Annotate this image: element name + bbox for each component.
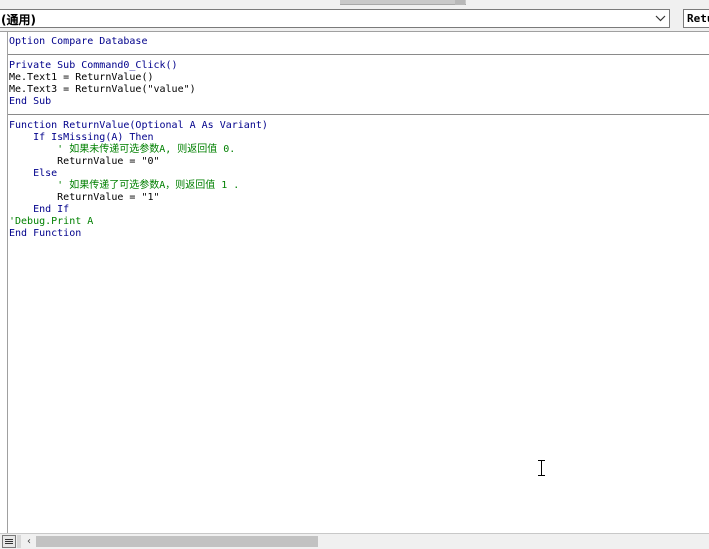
code-line: If IsMissing(A) Then (9, 132, 154, 143)
procedure-combo[interactable]: ReturnValue (683, 9, 709, 28)
code-line: ReturnValue = "0" (9, 156, 160, 167)
procedure-combo-value: ReturnValue (687, 12, 709, 25)
code-line: End Function (9, 228, 82, 239)
chevron-down-icon[interactable] (651, 10, 669, 27)
comment-line: ' 如果传递了可选参数A，则返回值 1 . (9, 180, 240, 191)
top-scrollbar-thumb[interactable] (340, 0, 466, 5)
text-cursor-icon (538, 460, 546, 476)
object-combo[interactable]: (通用) (0, 9, 670, 28)
margin-indicator-bar[interactable] (0, 32, 8, 533)
top-scrollbar-arrow[interactable] (455, 0, 465, 5)
full-module-view-button[interactable] (17, 535, 21, 548)
code-line: Else (9, 168, 58, 179)
vba-code-window: (通用) ReturnValue Option Compare Database… (0, 0, 709, 549)
code-line: Private Sub Command0_Click() (9, 60, 709, 72)
code-text[interactable]: Option Compare Database Private Sub Comm… (8, 36, 709, 240)
bottom-bar: ‹ (0, 533, 709, 549)
code-line: End Sub (9, 96, 52, 107)
code-line-text: Private Sub Command0_Click() (9, 60, 178, 71)
code-editor[interactable]: Option Compare Database Private Sub Comm… (0, 31, 709, 533)
scroll-left-icon[interactable]: ‹ (23, 535, 35, 548)
combo-bar: (通用) ReturnValue (0, 6, 709, 31)
code-line: ReturnValue = "1" (9, 192, 160, 203)
procedure-separator (8, 48, 709, 60)
code-line: End If (9, 204, 70, 215)
code-line: Me.Text1 = ReturnValue() (9, 72, 154, 83)
comment-line: ' 如果未传递可选参数A, 则返回值 0. (9, 144, 236, 155)
comment-line: 'Debug.Print A (9, 216, 94, 227)
procedure-view-icon[interactable] (2, 535, 16, 548)
horizontal-scrollbar-thumb[interactable] (36, 536, 318, 547)
code-line: Function ReturnValue(Optional A As Varia… (9, 120, 268, 131)
object-combo-value: (通用) (1, 13, 36, 27)
code-line: Me.Text3 = ReturnValue("value") (9, 84, 196, 95)
procedure-separator (8, 108, 709, 120)
code-line: Option Compare Database (9, 36, 148, 47)
